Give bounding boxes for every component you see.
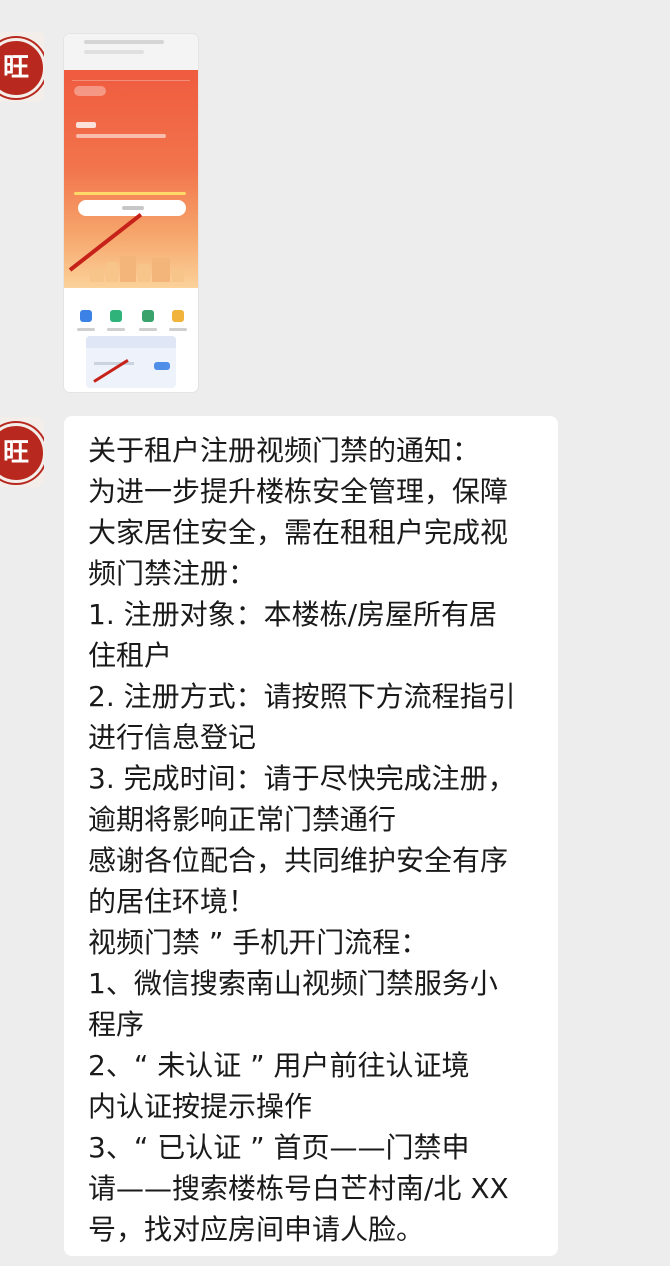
message-line: 视频门禁 ” 手机开门流程： — [88, 926, 429, 959]
message-line: 为进一步提升楼栋安全管理，保障 — [88, 475, 509, 508]
message-line: 进行信息登记 — [88, 721, 257, 754]
image-thumbnail-banner — [64, 70, 198, 288]
message-line: 关于租户注册视频门禁的通知： — [88, 434, 481, 467]
message-line: 住租户 — [88, 639, 173, 672]
message-line: 程序 — [88, 1008, 145, 1041]
message-line: 3、“ 已认证 ” 首页——门禁申 — [88, 1131, 470, 1164]
avatar-seal: 旺 — [0, 423, 44, 483]
message-line: 频门禁注册： — [88, 557, 257, 590]
message-line: 的居住环境！ — [88, 885, 257, 918]
text-message-bubble[interactable]: 关于租户注册视频门禁的通知： 为进一步提升楼栋安全管理，保障 大家居住安全，需在… — [64, 416, 558, 1256]
avatar-seal: 旺 — [0, 38, 44, 98]
image-thumbnail-header — [64, 34, 198, 70]
sender-avatar[interactable]: 旺 — [0, 32, 44, 102]
message-line: 1、微信搜索南山视频门禁服务小 — [88, 967, 498, 1000]
sender-avatar[interactable]: 旺 — [0, 417, 44, 487]
message-line: 大家居住安全，需在租租户完成视 — [88, 516, 509, 549]
image-thumbnail-icon-row — [64, 288, 198, 342]
message-line: 2. 注册方式：请按照下方流程指引 — [88, 680, 516, 713]
message-line: 1. 注册对象：本楼栋/房屋所有居 — [88, 598, 498, 631]
message-line: 内认证按提示操作 — [88, 1090, 313, 1123]
message-line: 感谢各位配合，共同维护安全有序 — [88, 844, 509, 877]
message-line: 请——搜索楼栋号白芒村南/北 XX — [88, 1172, 509, 1205]
message-line: 号，找对应房间申请人脸。 — [88, 1213, 425, 1246]
message-line: 逾期将影响正常门禁通行 — [88, 803, 397, 836]
image-thumbnail-card — [86, 336, 176, 388]
message-line: 2、“ 未认证 ” 用户前往认证境 — [88, 1049, 470, 1082]
image-message[interactable] — [64, 34, 198, 392]
message-line: 3. 完成时间：请于尽快完成注册， — [88, 762, 516, 795]
